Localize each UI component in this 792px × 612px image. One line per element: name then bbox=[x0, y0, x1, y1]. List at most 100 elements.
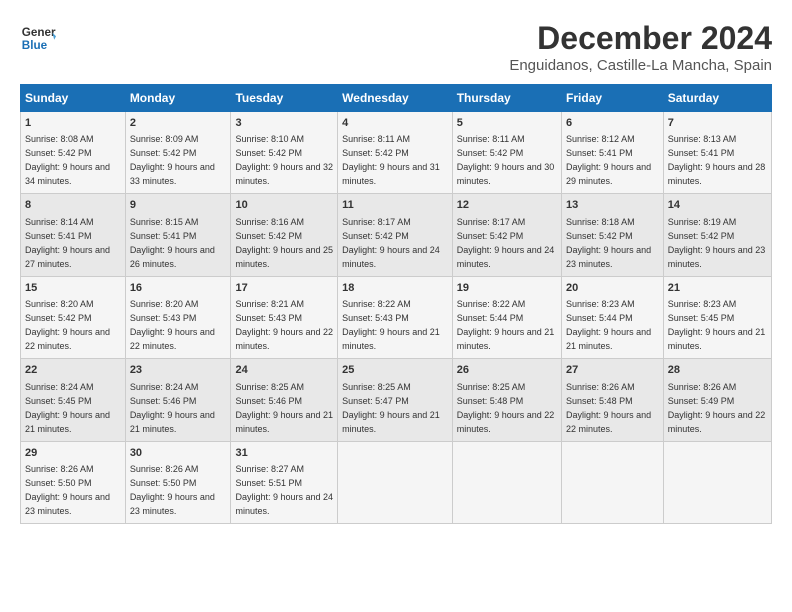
location-title: Enguidanos, Castille-La Mancha, Spain bbox=[509, 57, 772, 74]
day-info: Sunrise: 8:26 AMSunset: 5:48 PMDaylight:… bbox=[566, 382, 651, 434]
calendar-cell: 5Sunrise: 8:11 AMSunset: 5:42 PMDaylight… bbox=[452, 112, 561, 194]
calendar-cell: 25 Sunrise: 8:25 AMSunset: 5:47 PMDayligh… bbox=[338, 359, 453, 441]
calendar-week-1: 1 Sunrise: 8:08 AMSunset: 5:42 PMDaylight… bbox=[21, 112, 772, 194]
day-info: Sunrise: 8:24 AMSunset: 5:45 PMDaylight:… bbox=[25, 382, 110, 434]
day-number: 16 bbox=[130, 281, 227, 296]
calendar-cell: 4 Sunrise: 8:11 AMSunset: 5:42 PMDaylight… bbox=[338, 112, 453, 194]
calendar-cell: 1 Sunrise: 8:08 AMSunset: 5:42 PMDaylight… bbox=[21, 112, 126, 194]
page-container: General Blue December 2024 Enguidanos, C… bbox=[0, 0, 792, 534]
day-number: 25 bbox=[342, 363, 448, 378]
day-number: 12 bbox=[457, 198, 557, 213]
col-saturday: Saturday bbox=[663, 85, 771, 112]
day-info: Sunrise: 8:20 AMSunset: 5:43 PMDaylight:… bbox=[130, 299, 215, 351]
day-number: 8 bbox=[25, 198, 121, 213]
calendar-cell: 18Sunrise: 8:22 AMSunset: 5:43 PMDayligh… bbox=[338, 276, 453, 358]
calendar-cell: 31 Sunrise: 8:27 AMSunset: 5:51 PMDayligh… bbox=[231, 441, 338, 523]
day-number: 26 bbox=[457, 363, 557, 378]
day-info: Sunrise: 8:16 AMSunset: 5:42 PMDaylight:… bbox=[235, 217, 333, 269]
day-info: Sunrise: 8:13 AMSunset: 5:41 PMDaylight:… bbox=[668, 134, 766, 186]
col-wednesday: Wednesday bbox=[338, 85, 453, 112]
day-number: 20 bbox=[566, 281, 659, 296]
calendar-week-5: 29 Sunrise: 8:26 AMSunset: 5:50 PMDayligh… bbox=[21, 441, 772, 523]
day-info: Sunrise: 8:20 AMSunset: 5:42 PMDaylight:… bbox=[25, 299, 110, 351]
day-number: 15 bbox=[25, 281, 121, 296]
day-info: Sunrise: 8:08 AMSunset: 5:42 PMDaylight:… bbox=[25, 134, 110, 186]
day-info: Sunrise: 8:22 AMSunset: 5:44 PMDaylight:… bbox=[457, 299, 555, 351]
svg-text:Blue: Blue bbox=[22, 39, 48, 52]
day-number: 17 bbox=[235, 281, 333, 296]
day-number: 31 bbox=[235, 446, 333, 461]
day-info: Sunrise: 8:10 AMSunset: 5:42 PMDaylight:… bbox=[235, 134, 333, 186]
calendar-cell: 27 Sunrise: 8:26 AMSunset: 5:48 PMDayligh… bbox=[562, 359, 664, 441]
day-number: 9 bbox=[130, 198, 227, 213]
calendar-cell: 2Sunrise: 8:09 AMSunset: 5:42 PMDaylight… bbox=[125, 112, 231, 194]
header-row: Sunday Monday Tuesday Wednesday Thursday… bbox=[21, 85, 772, 112]
day-info: Sunrise: 8:27 AMSunset: 5:51 PMDaylight:… bbox=[235, 464, 333, 516]
day-number: 4 bbox=[342, 116, 448, 131]
svg-text:General: General bbox=[22, 26, 56, 39]
calendar-cell: 19 Sunrise: 8:22 AMSunset: 5:44 PMDayligh… bbox=[452, 276, 561, 358]
calendar-cell: 8 Sunrise: 8:14 AMSunset: 5:41 PMDaylight… bbox=[21, 194, 126, 276]
calendar-cell: 16 Sunrise: 8:20 AMSunset: 5:43 PMDayligh… bbox=[125, 276, 231, 358]
col-sunday: Sunday bbox=[21, 85, 126, 112]
day-info: Sunrise: 8:11 AMSunset: 5:42 PMDaylight:… bbox=[342, 134, 440, 186]
calendar-cell: 3Sunrise: 8:10 AMSunset: 5:42 PMDaylight… bbox=[231, 112, 338, 194]
calendar-cell bbox=[452, 441, 561, 523]
day-number: 10 bbox=[235, 198, 333, 213]
day-number: 24 bbox=[235, 363, 333, 378]
logo: General Blue bbox=[20, 20, 56, 56]
day-number: 30 bbox=[130, 446, 227, 461]
col-monday: Monday bbox=[125, 85, 231, 112]
day-info: Sunrise: 8:23 AMSunset: 5:45 PMDaylight:… bbox=[668, 299, 766, 351]
calendar-cell: 17 Sunrise: 8:21 AMSunset: 5:43 PMDayligh… bbox=[231, 276, 338, 358]
day-number: 19 bbox=[457, 281, 557, 296]
day-info: Sunrise: 8:22 AMSunset: 5:43 PMDaylight:… bbox=[342, 299, 440, 351]
day-info: Sunrise: 8:19 AMSunset: 5:42 PMDaylight:… bbox=[668, 217, 766, 269]
calendar-week-3: 15 Sunrise: 8:20 AMSunset: 5:42 PMDayligh… bbox=[21, 276, 772, 358]
day-info: Sunrise: 8:26 AMSunset: 5:50 PMDaylight:… bbox=[130, 464, 215, 516]
calendar-cell: 30 Sunrise: 8:26 AMSunset: 5:50 PMDayligh… bbox=[125, 441, 231, 523]
day-number: 21 bbox=[668, 281, 767, 296]
col-friday: Friday bbox=[562, 85, 664, 112]
calendar-cell: 12Sunrise: 8:17 AMSunset: 5:42 PMDayligh… bbox=[452, 194, 561, 276]
day-number: 23 bbox=[130, 363, 227, 378]
day-number: 11 bbox=[342, 198, 448, 213]
day-number: 6 bbox=[566, 116, 659, 131]
day-number: 2 bbox=[130, 116, 227, 131]
page-header: General Blue December 2024 Enguidanos, C… bbox=[20, 20, 772, 74]
calendar-cell: 21 Sunrise: 8:23 AMSunset: 5:45 PMDayligh… bbox=[663, 276, 771, 358]
calendar-cell: 11Sunrise: 8:17 AMSunset: 5:42 PMDayligh… bbox=[338, 194, 453, 276]
day-number: 28 bbox=[668, 363, 767, 378]
calendar-week-2: 8 Sunrise: 8:14 AMSunset: 5:41 PMDaylight… bbox=[21, 194, 772, 276]
title-block: December 2024 Enguidanos, Castille-La Ma… bbox=[509, 20, 772, 74]
calendar-table: Sunday Monday Tuesday Wednesday Thursday… bbox=[20, 84, 772, 524]
calendar-week-4: 22 Sunrise: 8:24 AMSunset: 5:45 PMDayligh… bbox=[21, 359, 772, 441]
day-info: Sunrise: 8:21 AMSunset: 5:43 PMDaylight:… bbox=[235, 299, 333, 351]
day-number: 29 bbox=[25, 446, 121, 461]
day-number: 13 bbox=[566, 198, 659, 213]
calendar-cell: 24 Sunrise: 8:25 AMSunset: 5:46 PMDayligh… bbox=[231, 359, 338, 441]
day-info: Sunrise: 8:18 AMSunset: 5:42 PMDaylight:… bbox=[566, 217, 651, 269]
day-info: Sunrise: 8:14 AMSunset: 5:41 PMDaylight:… bbox=[25, 217, 110, 269]
day-info: Sunrise: 8:25 AMSunset: 5:47 PMDaylight:… bbox=[342, 382, 440, 434]
day-info: Sunrise: 8:23 AMSunset: 5:44 PMDaylight:… bbox=[566, 299, 651, 351]
calendar-cell: 20 Sunrise: 8:23 AMSunset: 5:44 PMDayligh… bbox=[562, 276, 664, 358]
calendar-cell: 14 Sunrise: 8:19 AMSunset: 5:42 PMDayligh… bbox=[663, 194, 771, 276]
col-thursday: Thursday bbox=[452, 85, 561, 112]
month-title: December 2024 bbox=[509, 20, 772, 57]
logo-icon: General Blue bbox=[20, 20, 56, 56]
calendar-cell: 6Sunrise: 8:12 AMSunset: 5:41 PMDaylight… bbox=[562, 112, 664, 194]
col-tuesday: Tuesday bbox=[231, 85, 338, 112]
calendar-cell bbox=[663, 441, 771, 523]
calendar-cell: 22 Sunrise: 8:24 AMSunset: 5:45 PMDayligh… bbox=[21, 359, 126, 441]
day-number: 14 bbox=[668, 198, 767, 213]
calendar-cell bbox=[338, 441, 453, 523]
day-info: Sunrise: 8:25 AMSunset: 5:46 PMDaylight:… bbox=[235, 382, 333, 434]
calendar-cell: 28 Sunrise: 8:26 AMSunset: 5:49 PMDayligh… bbox=[663, 359, 771, 441]
day-number: 22 bbox=[25, 363, 121, 378]
day-number: 27 bbox=[566, 363, 659, 378]
calendar-cell: 7Sunrise: 8:13 AMSunset: 5:41 PMDaylight… bbox=[663, 112, 771, 194]
calendar-body: 1 Sunrise: 8:08 AMSunset: 5:42 PMDaylight… bbox=[21, 112, 772, 524]
day-info: Sunrise: 8:26 AMSunset: 5:49 PMDaylight:… bbox=[668, 382, 766, 434]
day-number: 1 bbox=[25, 116, 121, 131]
